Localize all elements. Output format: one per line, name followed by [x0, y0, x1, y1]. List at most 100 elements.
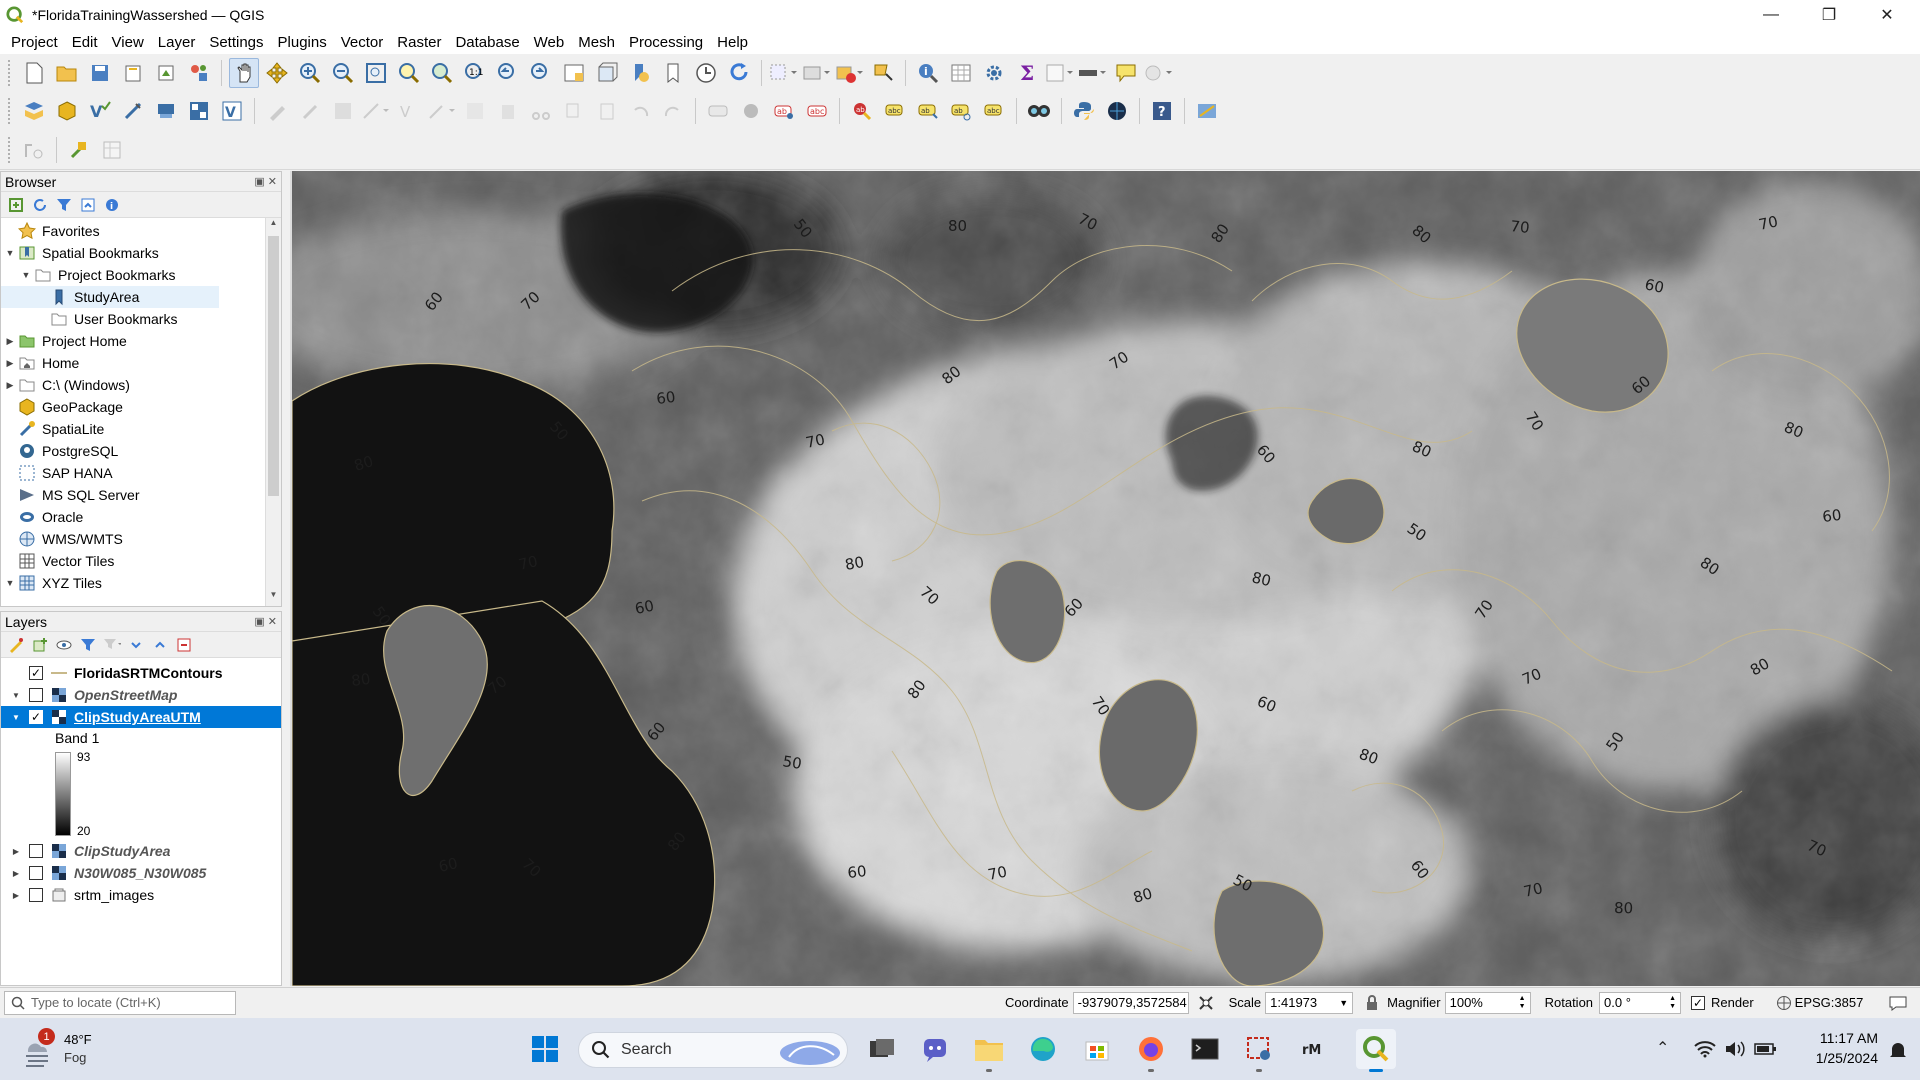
toolbar-grip[interactable] — [8, 136, 12, 163]
change-label-icon[interactable]: abc — [979, 96, 1009, 126]
new-map-view-icon[interactable] — [559, 58, 589, 88]
data-source-manager-icon[interactable] — [19, 96, 49, 126]
layer-labeling-icon[interactable]: ab — [769, 96, 799, 126]
microsoft-store-icon[interactable] — [1077, 1029, 1117, 1069]
menu-project[interactable]: Project — [4, 34, 65, 51]
zoom-to-layer-icon[interactable] — [427, 58, 457, 88]
collapse-all-layers-icon[interactable] — [151, 636, 169, 654]
browser-item-geopackage[interactable]: GeoPackage — [1, 396, 281, 418]
remove-layer-icon[interactable] — [175, 636, 193, 654]
layer-openstreetmap[interactable]: ▼ OpenStreetMap — [1, 684, 281, 706]
menu-edit[interactable]: Edit — [65, 34, 105, 51]
menu-raster[interactable]: Raster — [390, 34, 448, 51]
temporal-controller-icon[interactable] — [691, 58, 721, 88]
battery-icon[interactable] — [1754, 1040, 1778, 1058]
statistics-summary-icon[interactable]: Σ — [1012, 58, 1042, 88]
browser-item-home[interactable]: ▶ Home — [1, 352, 281, 374]
plugin-tool-icon[interactable] — [64, 135, 94, 165]
menu-database[interactable]: Database — [448, 34, 526, 51]
toolbar-grip[interactable] — [8, 60, 12, 86]
browser-item-favorites[interactable]: Favorites — [1, 220, 281, 242]
open-field-calculator-icon[interactable] — [1045, 58, 1075, 88]
start-button[interactable] — [525, 1029, 565, 1069]
toggle-extents-icon[interactable] — [1197, 994, 1215, 1012]
pan-to-selection-icon[interactable] — [262, 58, 292, 88]
layer-visibility-checkbox[interactable] — [29, 688, 43, 702]
save-as-icon[interactable] — [118, 58, 148, 88]
current-edits-icon[interactable] — [262, 96, 292, 126]
quickosm-icon[interactable] — [1024, 96, 1054, 126]
metasearch-icon[interactable] — [1102, 96, 1132, 126]
identify-features-icon[interactable]: i — [913, 58, 943, 88]
menu-help[interactable]: Help — [710, 34, 755, 51]
minimize-button[interactable]: — — [1742, 0, 1800, 30]
zoom-out-icon[interactable] — [328, 58, 358, 88]
browser-item-project-home[interactable]: ▶ Project Home — [1, 330, 281, 352]
browser-item-vector-tiles[interactable]: Vector Tiles — [1, 550, 281, 572]
firefox-icon[interactable] — [1131, 1029, 1171, 1072]
teams-chat-icon[interactable] — [915, 1029, 955, 1069]
show-bookmarks-icon[interactable] — [658, 58, 688, 88]
weather-widget[interactable]: 1 48°F Fog — [20, 1028, 110, 1070]
menu-mesh[interactable]: Mesh — [571, 34, 622, 51]
add-group-icon[interactable] — [31, 636, 49, 654]
toolbar-grip[interactable] — [8, 98, 12, 124]
terminal-icon[interactable] — [1185, 1029, 1225, 1069]
menu-processing[interactable]: Processing — [622, 34, 710, 51]
deselect-features-icon[interactable] — [835, 58, 865, 88]
messages-icon[interactable] — [1889, 995, 1907, 1011]
select-location-icon[interactable] — [868, 58, 898, 88]
select-features-icon[interactable] — [769, 58, 799, 88]
clock-time[interactable]: 11:17 AM — [1800, 1030, 1878, 1046]
panel-float-close-icon[interactable]: ▣ ✕ — [254, 175, 277, 188]
snapping-icon[interactable] — [19, 135, 49, 165]
zoom-next-icon[interactable] — [526, 58, 556, 88]
menu-layer[interactable]: Layer — [151, 34, 203, 51]
diagram-icon[interactable] — [736, 96, 766, 126]
menu-web[interactable]: Web — [527, 34, 572, 51]
python-console-icon[interactable] — [1069, 96, 1099, 126]
spin-arrows-icon[interactable]: ▲ ▼ — [1519, 995, 1526, 1011]
browser-item-project-bookmarks[interactable]: ▼ Project Bookmarks — [1, 264, 281, 286]
georeferencer-icon[interactable] — [1192, 96, 1222, 126]
zoom-last-icon[interactable] — [493, 58, 523, 88]
zoom-native-icon[interactable]: 1:1 — [460, 58, 490, 88]
expand-all-icon[interactable] — [127, 636, 145, 654]
toggle-editing-icon[interactable] — [295, 96, 325, 126]
new-geopackage-layer-icon[interactable] — [52, 96, 82, 126]
zoom-full-icon[interactable] — [361, 58, 391, 88]
move-label-icon[interactable]: ab — [913, 96, 943, 126]
render-checkbox[interactable]: ✓ — [1691, 995, 1706, 1010]
rotate-label-icon[interactable]: ab — [946, 96, 976, 126]
browser-item-xyz-tiles[interactable]: ▼ XYZ Tiles — [1, 572, 281, 594]
magnifier-spinbox[interactable]: 100% ▲ ▼ — [1444, 991, 1531, 1014]
add-raster-layer-icon[interactable] — [184, 96, 214, 126]
close-button[interactable]: ✕ — [1858, 0, 1916, 30]
modify-attributes-icon[interactable] — [427, 96, 457, 126]
new-spatial-bookmark-icon[interactable] — [625, 58, 655, 88]
layer-floridasrtmcontours[interactable]: ✓ FloridaSRTMContours — [1, 662, 281, 684]
properties-info-icon[interactable]: i — [103, 196, 121, 214]
notification-bell-icon[interactable] — [1888, 1040, 1908, 1060]
locator-search[interactable]: Type to locate (Ctrl+K) — [4, 990, 236, 1015]
manage-map-themes-icon[interactable] — [55, 636, 73, 654]
browser-item-oracle[interactable]: Oracle — [1, 506, 281, 528]
browser-item-mssql[interactable]: MS SQL Server — [1, 484, 281, 506]
map-canvas[interactable]: 60 70 60 50 80 70 80 80 70 60 70 80 50 60 70 80 70 60 80 70… — [290, 171, 1920, 986]
refresh-icon[interactable] — [724, 58, 754, 88]
layer-srtm-images[interactable]: ▶ srtm_images — [1, 884, 281, 906]
menu-settings[interactable]: Settings — [202, 34, 270, 51]
filter-legend-icon[interactable] — [79, 636, 97, 654]
browser-scroll-thumb[interactable] — [268, 236, 279, 496]
file-explorer-icon[interactable] — [969, 1029, 1009, 1072]
edge-browser-icon[interactable] — [1023, 1029, 1063, 1069]
pin-labels-icon[interactable]: ab — [847, 96, 877, 126]
layer-n30w085[interactable]: ▶ N30W085_N30W085 — [1, 862, 281, 884]
layer-clipstudyareautm[interactable]: ▼ ✓ ClipStudyAreaUTM — [1, 706, 281, 728]
add-vector-layer-icon[interactable]: V — [217, 96, 247, 126]
add-selected-layers-icon[interactable] — [7, 196, 25, 214]
coordinate-field[interactable]: -9379079,3572584 — [1072, 991, 1189, 1014]
wifi-icon[interactable] — [1694, 1040, 1716, 1058]
zoom-to-selection-icon[interactable] — [394, 58, 424, 88]
layer-clipstudyarea[interactable]: ▶ ClipStudyArea — [1, 840, 281, 862]
